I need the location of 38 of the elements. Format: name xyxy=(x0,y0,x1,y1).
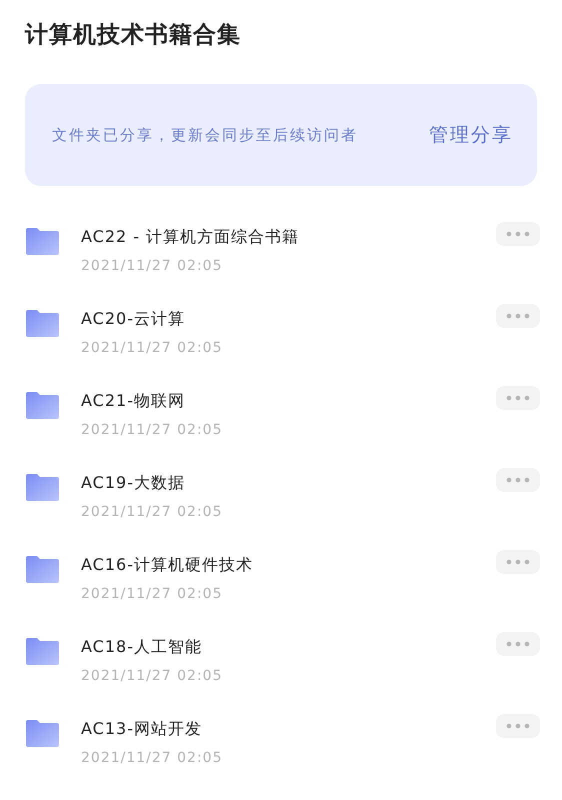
more-icon xyxy=(506,395,530,401)
folder-date: 2021/11/27 02:05 xyxy=(81,257,224,276)
more-button[interactable] xyxy=(496,468,540,492)
folder-date: 2021/11/27 02:05 xyxy=(81,667,224,686)
more-icon xyxy=(506,723,530,729)
folder-icon xyxy=(26,310,59,337)
more-button[interactable] xyxy=(496,550,540,574)
more-button[interactable] xyxy=(496,632,540,656)
more-button[interactable] xyxy=(496,386,540,410)
folder-name: AC19-大数据 xyxy=(81,472,186,494)
folder-date: 2021/11/27 02:05 xyxy=(81,503,224,522)
more-icon xyxy=(506,313,530,319)
page-title: 计算机技术书籍合集 xyxy=(24,21,242,50)
folder-name: AC16-计算机硬件技术 xyxy=(81,554,254,576)
folder-date: 2021/11/27 02:05 xyxy=(81,749,224,768)
folder-icon xyxy=(26,474,59,501)
folder-name: AC21-物联网 xyxy=(81,390,186,412)
folder-icon xyxy=(26,392,59,419)
folder-name: AC13-网站开发 xyxy=(81,718,203,740)
more-button[interactable] xyxy=(496,222,540,246)
folder-name: AC20-云计算 xyxy=(81,308,186,330)
folder-icon xyxy=(26,720,59,747)
more-icon xyxy=(506,559,530,565)
folder-icon xyxy=(26,228,59,255)
share-message: 文件夹已分享，更新会同步至后续访问者 xyxy=(52,125,359,146)
folder-name: AC18-人工智能 xyxy=(81,636,203,658)
folder-date: 2021/11/27 02:05 xyxy=(81,339,224,358)
folder-date: 2021/11/27 02:05 xyxy=(81,585,224,604)
manage-share-link[interactable]: 管理分享 xyxy=(429,122,513,148)
more-button[interactable] xyxy=(496,714,540,738)
more-button[interactable] xyxy=(496,304,540,328)
folder-icon xyxy=(26,638,59,665)
folder-name: AC22 - 计算机方面综合书籍 xyxy=(81,226,300,248)
folder-icon xyxy=(26,556,59,583)
more-icon xyxy=(506,477,530,483)
folder-date: 2021/11/27 02:05 xyxy=(81,421,224,440)
more-icon xyxy=(506,641,530,647)
more-icon xyxy=(506,231,530,237)
